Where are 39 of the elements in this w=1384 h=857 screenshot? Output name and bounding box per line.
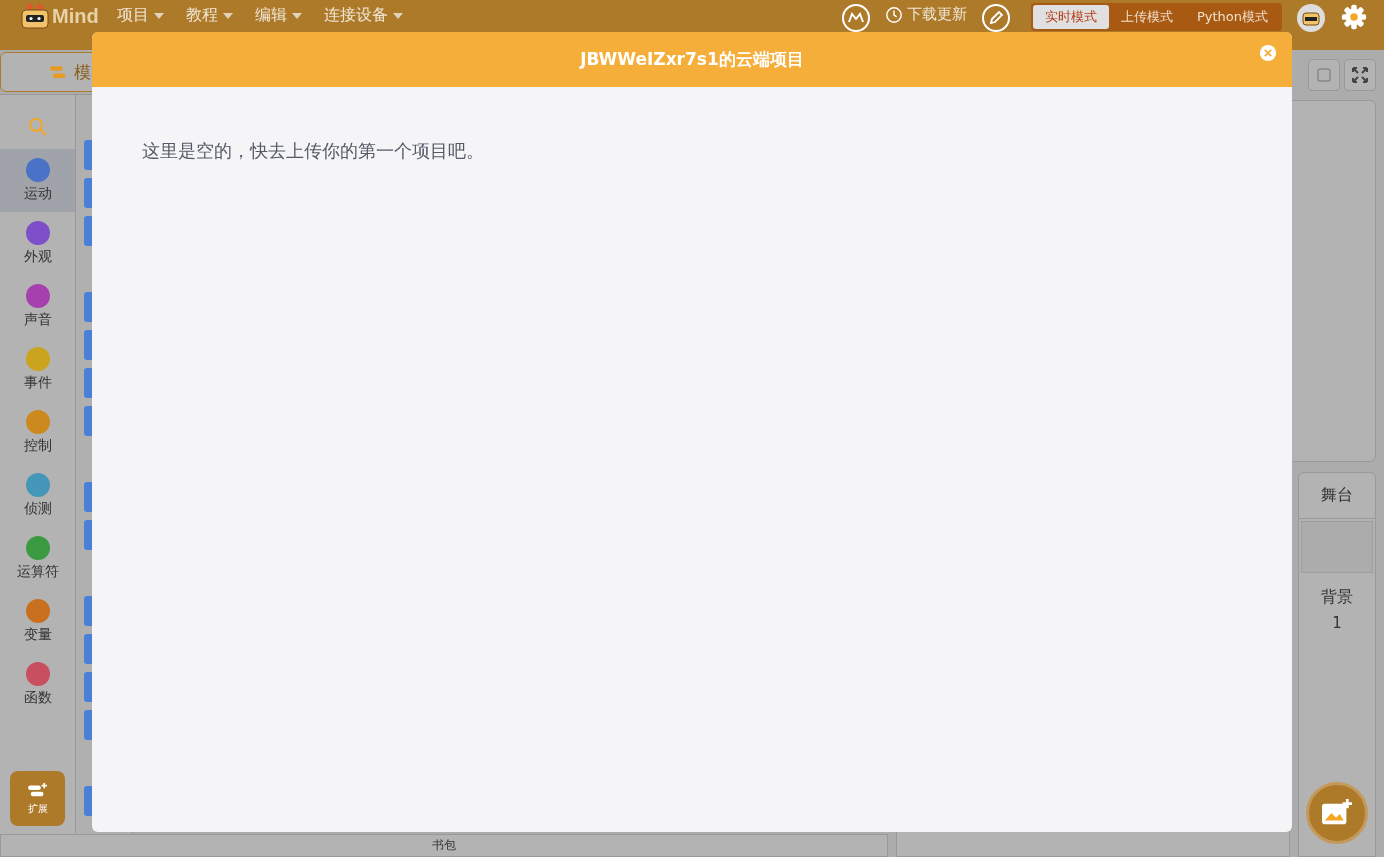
empty-message: 这里是空的，快去上传你的第一个项目吧。 xyxy=(142,139,485,163)
download-update-button[interactable]: 下载更新 xyxy=(884,3,967,26)
caret-icon xyxy=(392,12,403,19)
backpack-bar[interactable]: 书包 xyxy=(0,834,888,857)
caret-icon xyxy=(153,12,164,19)
category-item[interactable]: 侦测 xyxy=(0,464,75,528)
category-item[interactable]: 函数 xyxy=(0,653,75,717)
clock-icon xyxy=(884,5,903,24)
mode-tab[interactable]: 上传模式 xyxy=(1108,5,1185,29)
stage-title: 舞台 xyxy=(1299,473,1375,519)
category-item[interactable]: 声音 xyxy=(0,275,75,339)
category-item[interactable]: 运算符 xyxy=(0,527,75,591)
caret-icon xyxy=(291,12,302,19)
mode-tab[interactable]: Python模式 xyxy=(1184,5,1280,29)
caret-icon xyxy=(222,12,233,19)
category-item[interactable]: 事件 xyxy=(0,338,75,402)
fullscreen-icon[interactable] xyxy=(1344,59,1376,91)
menu-button[interactable]: 编辑 xyxy=(250,3,306,28)
category-item[interactable]: 变量 xyxy=(0,590,75,654)
settings-icon[interactable] xyxy=(1340,3,1368,31)
category-item[interactable]: 运动 xyxy=(0,149,75,213)
category-item[interactable]: 控制 xyxy=(0,401,75,465)
robot-avatar-icon[interactable] xyxy=(1296,3,1326,33)
menu-button[interactable]: 教程 xyxy=(181,3,237,28)
menu-button[interactable]: 连接设备 xyxy=(319,3,407,28)
edit-icon[interactable] xyxy=(980,3,1011,33)
backdrop-count: 1 xyxy=(1332,614,1342,632)
logo-text: Mind xyxy=(52,4,99,28)
menu-button[interactable]: 项目 xyxy=(112,3,168,28)
category-item[interactable]: 外观 xyxy=(0,212,75,276)
add-blocks-icon xyxy=(26,781,49,798)
close-button[interactable] xyxy=(1258,43,1278,63)
backdrop-label: 背景 xyxy=(1321,587,1353,608)
blocks-icon xyxy=(49,65,68,79)
extension-button[interactable]: 扩展 xyxy=(10,771,65,827)
dialog-title: JBWWeIZxr7s1的云端项目 xyxy=(580,48,804,71)
robot-logo-icon xyxy=(20,3,50,29)
mode-tab[interactable]: 实时模式 xyxy=(1032,5,1109,29)
mail-icon[interactable] xyxy=(840,3,871,33)
